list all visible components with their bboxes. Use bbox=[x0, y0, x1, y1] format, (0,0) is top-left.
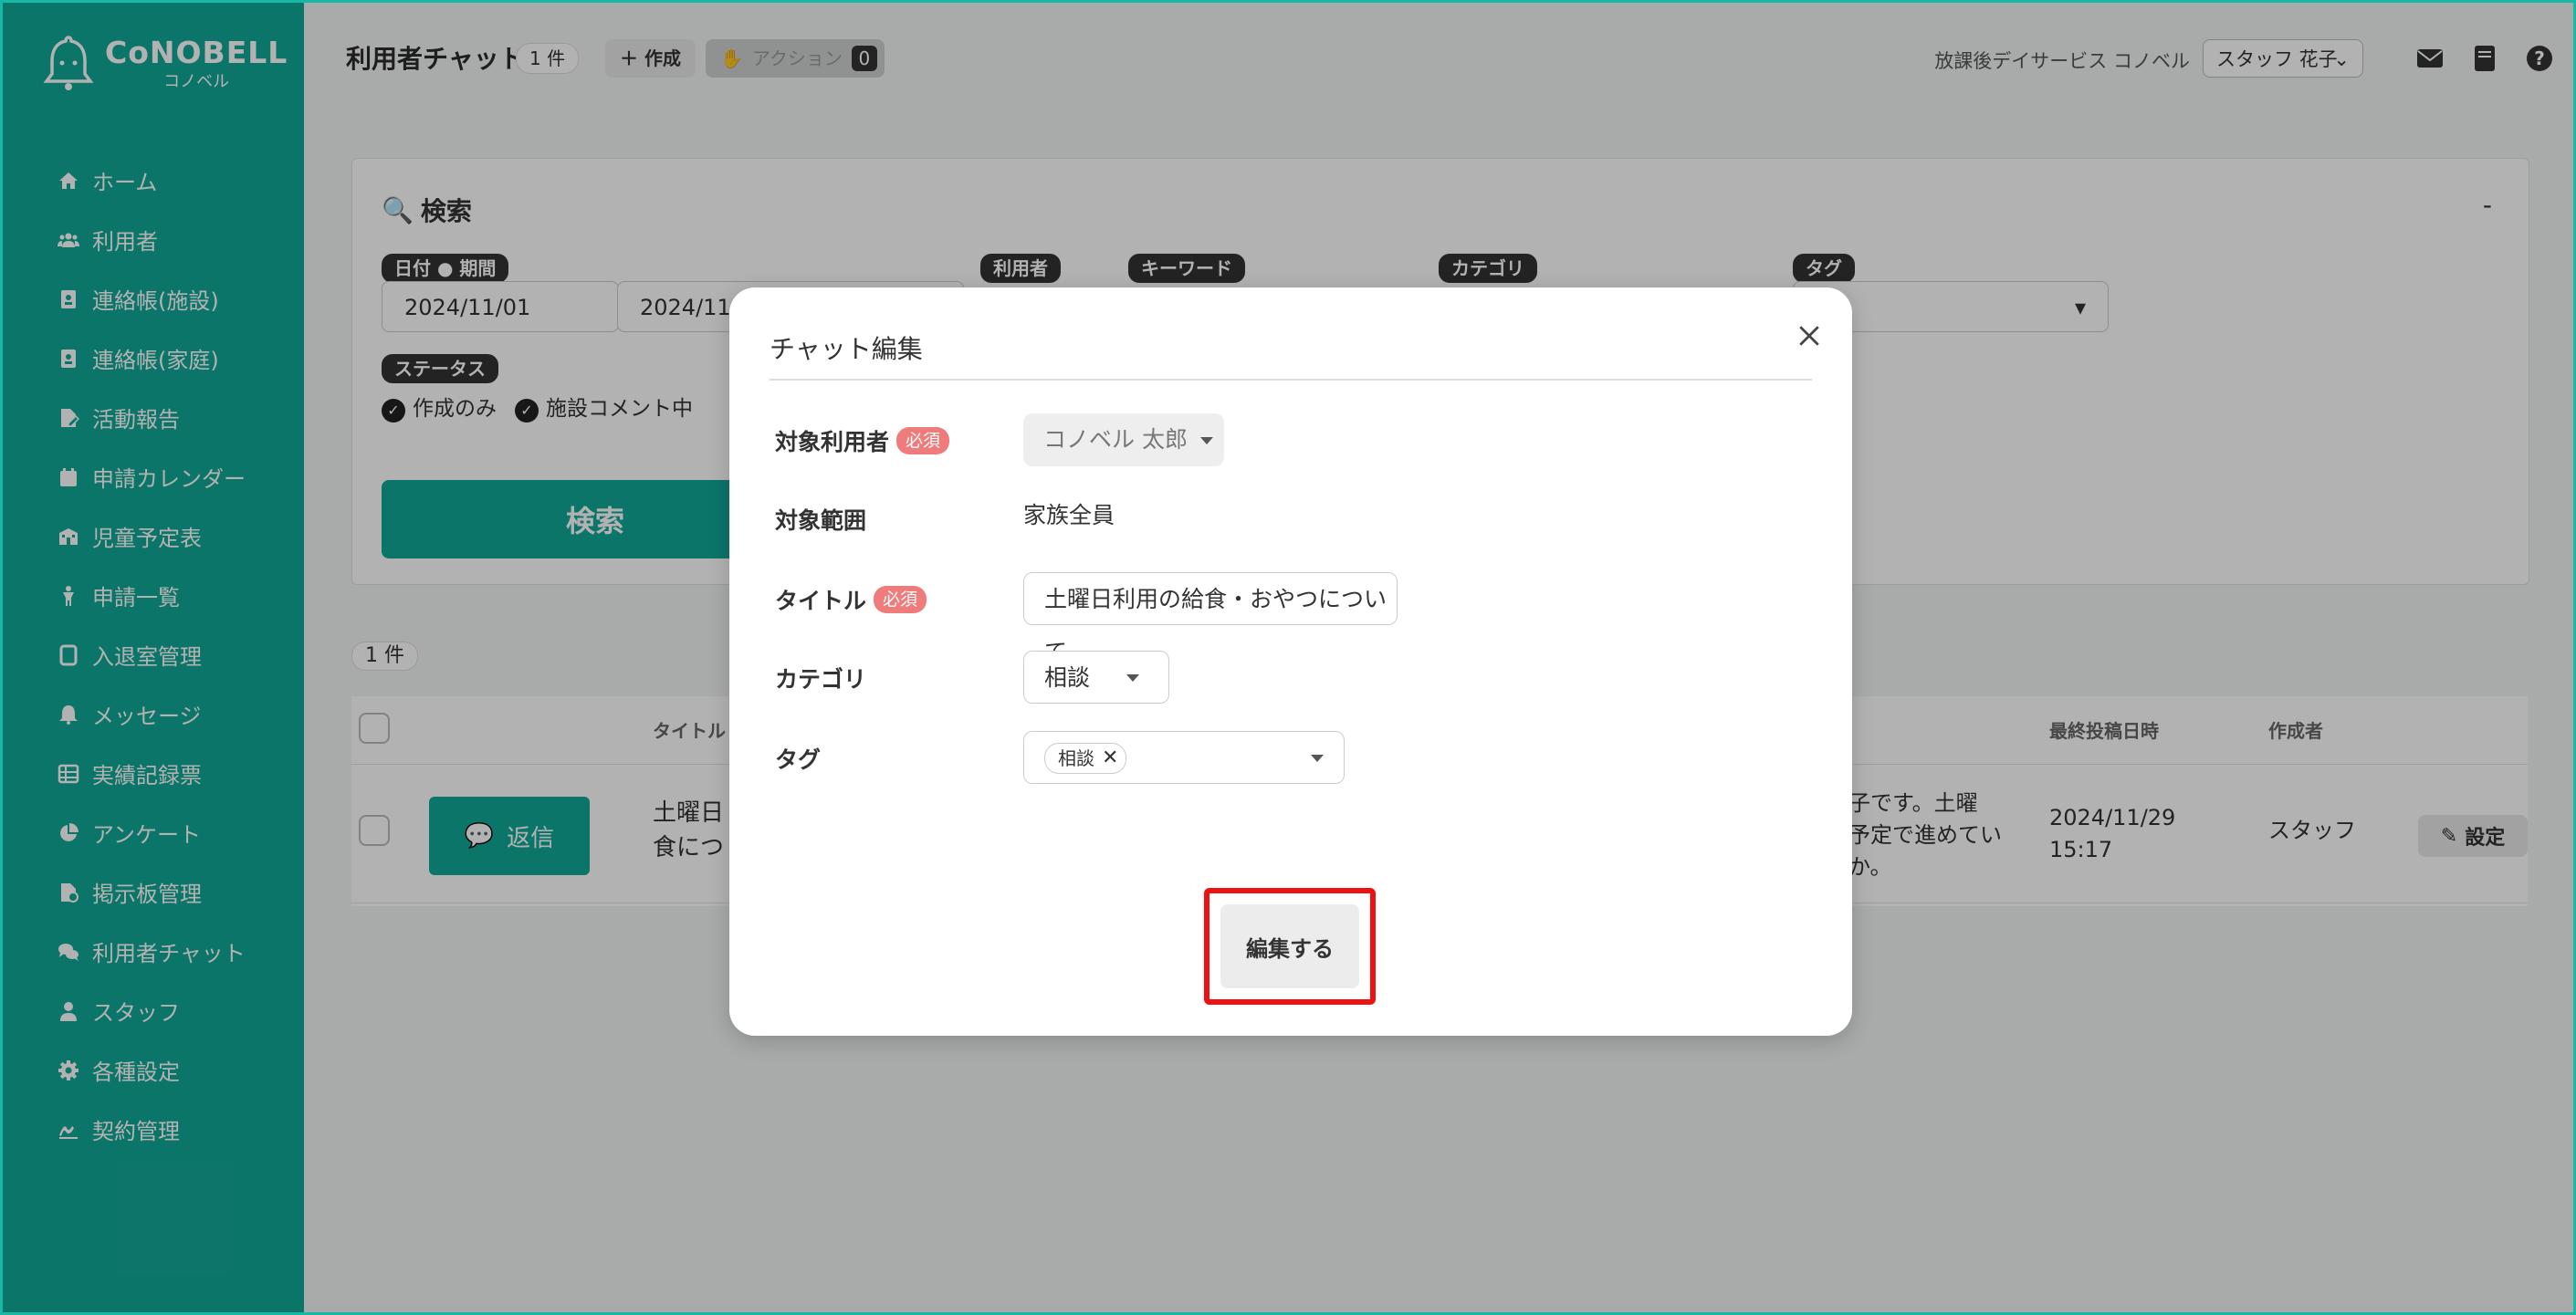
scope-label: 対象範囲 bbox=[775, 507, 867, 534]
required-badge: 必須 bbox=[896, 427, 950, 454]
caret-down-icon bbox=[1311, 755, 1324, 762]
caret-down-icon bbox=[1199, 437, 1213, 444]
target-user-label: 対象利用者 必須 bbox=[775, 424, 950, 457]
tag-label: タグ bbox=[775, 746, 822, 773]
title-label: タイトル 必須 bbox=[775, 583, 927, 616]
category-label: カテゴリ bbox=[775, 666, 867, 693]
category-select[interactable]: 相談 bbox=[1023, 651, 1169, 704]
tag-chip: 相談 ✕ bbox=[1044, 743, 1127, 774]
close-icon[interactable] bbox=[1794, 320, 1825, 351]
title-input[interactable]: 土曜日利用の給食・おやつについて bbox=[1023, 572, 1398, 665]
divider bbox=[770, 379, 1812, 381]
caret-down-icon bbox=[1126, 674, 1139, 682]
tag-select[interactable]: 相談 ✕ bbox=[1023, 731, 1345, 784]
target-user-select[interactable]: コノベル 太郎 bbox=[1023, 413, 1224, 466]
remove-tag-icon[interactable]: ✕ bbox=[1102, 744, 1118, 773]
scope-value: 家族全員 bbox=[1023, 502, 1115, 528]
app-window: CoNOBELL コノベル ホーム 利用者 連絡帳(施設) 連絡帳(家庭) 活動… bbox=[0, 0, 2576, 1315]
edit-submit-button[interactable]: 編集する bbox=[1220, 904, 1359, 988]
modal-title: チャット編集 bbox=[770, 334, 923, 364]
edit-chat-modal: チャット編集 対象利用者 必須 コノベル 太郎 対象範囲 家族全員 タイトル 必須 … bbox=[729, 287, 1852, 1036]
required-badge: 必須 bbox=[874, 586, 927, 613]
